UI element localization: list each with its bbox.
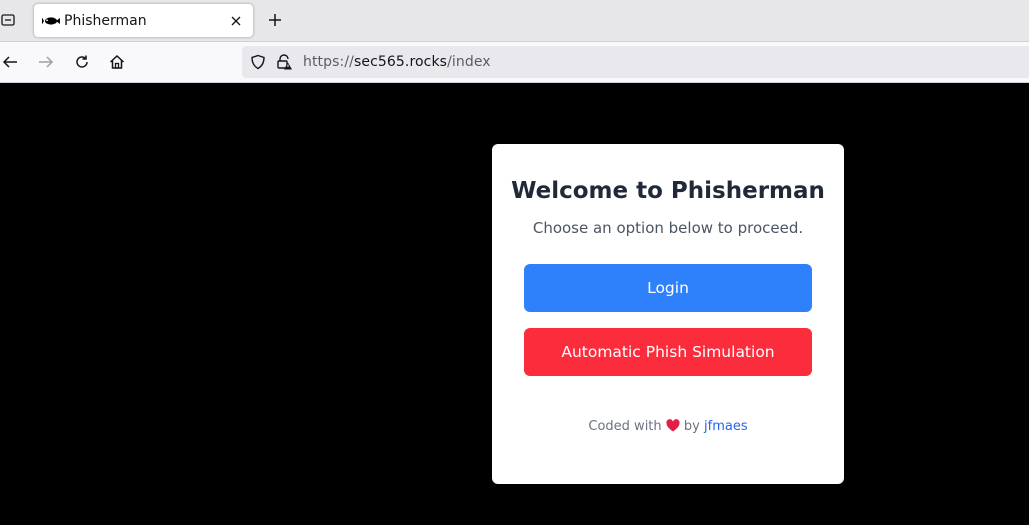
page-title: Welcome to Phisherman <box>511 178 825 204</box>
footer-by: by <box>683 419 700 434</box>
author-link[interactable]: jfmaes <box>704 419 748 434</box>
page-content: Welcome to Phisherman Choose an option b… <box>0 83 1029 525</box>
page-subtitle: Choose an option below to proceed. <box>532 219 804 237</box>
tab-phisherman[interactable]: Phisherman <box>33 3 254 38</box>
fish-icon <box>42 13 60 29</box>
navigation-bar: https://sec565.rocks/index <box>0 42 1029 83</box>
url-scheme: https:// <box>303 54 354 70</box>
home-icon[interactable] <box>107 52 127 72</box>
tab-strip: Phisherman <box>0 0 1029 42</box>
shield-icon[interactable] <box>250 54 266 74</box>
new-tab-icon[interactable] <box>265 10 285 30</box>
lock-warning-icon[interactable] <box>276 54 292 74</box>
login-button[interactable]: Login <box>524 264 812 312</box>
tab-list-icon[interactable] <box>0 10 16 30</box>
close-tab-icon[interactable] <box>228 12 244 30</box>
address-bar[interactable]: https://sec565.rocks/index <box>242 46 1029 78</box>
footer-prefix: Coded with <box>588 419 662 434</box>
back-icon[interactable] <box>0 52 20 72</box>
footer-credit: Coded with by jfmaes <box>492 419 844 436</box>
welcome-card: Welcome to Phisherman Choose an option b… <box>492 144 844 484</box>
forward-icon[interactable] <box>36 52 56 72</box>
url-host: sec565.rocks <box>353 54 448 70</box>
tab-title: Phisherman <box>64 13 147 29</box>
reload-icon[interactable] <box>72 52 92 72</box>
phish-simulation-button[interactable]: Automatic Phish Simulation <box>524 328 812 376</box>
url-path: /index <box>447 54 491 70</box>
heart-icon <box>666 419 680 436</box>
url-text[interactable]: https://sec565.rocks/index <box>303 54 491 70</box>
